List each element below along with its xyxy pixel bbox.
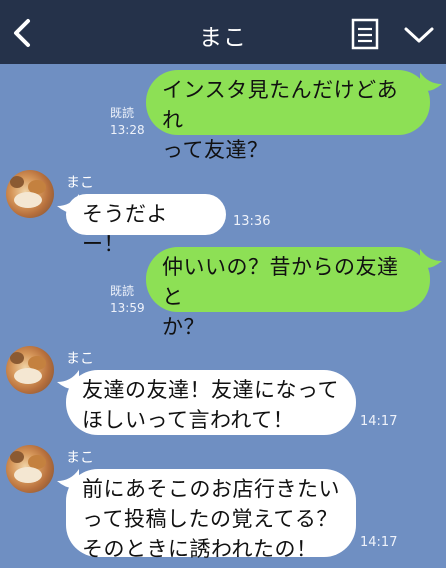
chat-title: まこ [199, 25, 247, 51]
bubble-tail [420, 72, 442, 92]
avatar[interactable] [6, 346, 54, 394]
message-time: 14:17 [360, 535, 398, 550]
message-time: 13:36 [233, 214, 271, 229]
chevron-down-icon [404, 27, 434, 43]
outgoing-message-bubble[interactable]: 仲いいの？昔からの友達と か？ [146, 247, 430, 339]
avatar[interactable] [6, 170, 54, 218]
chat-header: まこ [0, 0, 446, 64]
avatar[interactable] [6, 445, 54, 493]
message-time: 14:17 [360, 414, 398, 429]
sender-name: まこ [66, 351, 94, 367]
note-list-icon [351, 18, 379, 50]
outgoing-message-bubble[interactable]: インスタ見たんだけどあれ って友達？ [146, 70, 430, 162]
sender-name: まこ [66, 175, 94, 191]
note-list-button[interactable] [351, 18, 379, 50]
menu-dropdown-button[interactable] [403, 24, 435, 46]
incoming-message-bubble[interactable]: そうだよー！ [66, 194, 226, 256]
sender-name: まこ [66, 450, 94, 466]
read-receipt: 既読 13:28 [110, 106, 145, 137]
incoming-message-bubble[interactable]: 友達の友達！友達になって ほしいって言われて！ [66, 370, 356, 435]
read-receipt: 既読 13:59 [110, 284, 145, 315]
bubble-tail [420, 249, 442, 269]
incoming-message-bubble[interactable]: 前にあそこのお店行きたい って投稿したの覚えてる？ そのときに誘われたの！ [66, 469, 356, 561]
